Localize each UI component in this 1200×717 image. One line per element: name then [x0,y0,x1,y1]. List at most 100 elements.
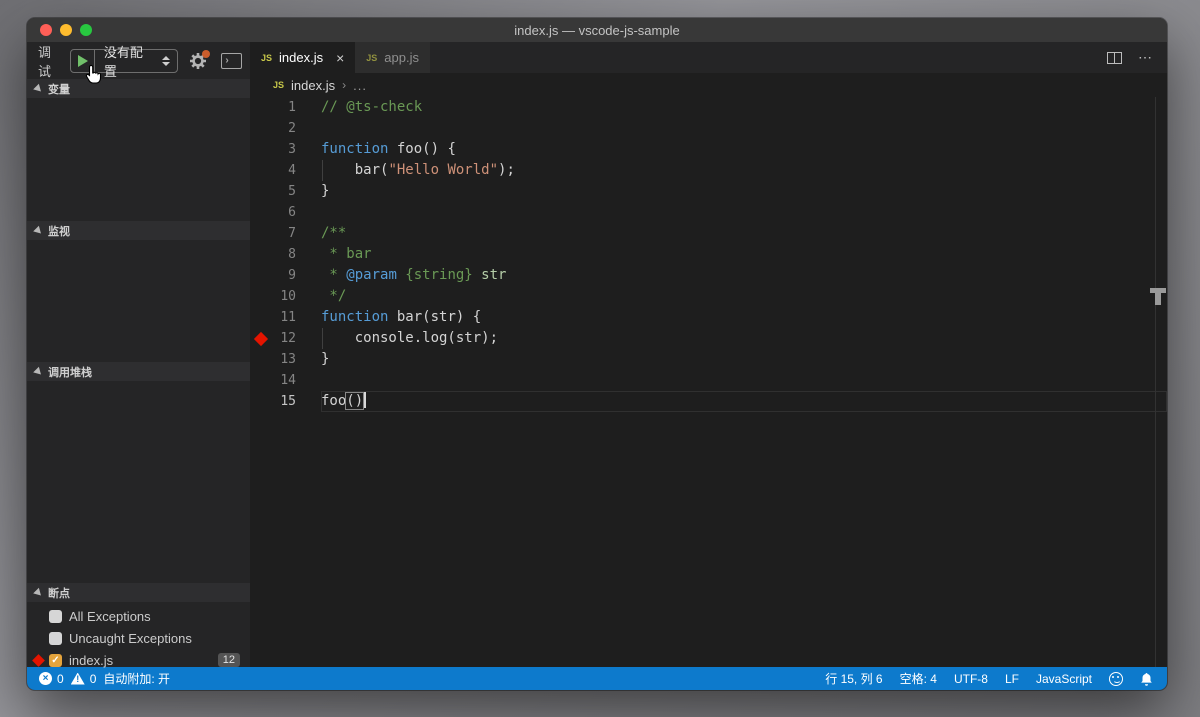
breakpoint-margin[interactable] [250,202,272,223]
code-token: * [321,267,346,283]
status-item[interactable]: 自动附加: 开 [103,670,170,687]
code-line[interactable]: 3function foo() { [250,139,1167,160]
code-line[interactable]: 12 console.log(str); [250,328,1167,349]
more-actions-icon[interactable]: ⋯ [1138,49,1153,66]
breakpoint-margin[interactable] [250,244,272,265]
notifications-bell-icon[interactable] [1140,672,1153,686]
code-line[interactable]: 1 // @ts-check [250,97,1167,118]
debug-toolbar: 调试 没有配置 [27,42,250,79]
section-title: 监视 [48,223,70,239]
code-line[interactable]: 2 [250,118,1167,139]
code-line[interactable]: 10 */ [250,286,1167,307]
start-debug-button[interactable] [71,50,95,72]
breakpoint-margin[interactable] [250,223,272,244]
section-header-breakpoints[interactable]: 断点 [27,583,250,602]
code-token: console.log(str); [321,330,498,346]
traffic-lights [40,24,92,36]
breakpoint-checkbox[interactable]: ✓ [49,654,62,667]
status-item-label: 0 [57,672,64,686]
vscode-window: index.js — vscode-js-sample 调试 没有配置 [27,18,1167,690]
code-token: {string} [397,267,481,283]
code-line[interactable]: 15foo() [250,391,1167,412]
line-content [321,370,1167,391]
breakpoint-margin[interactable] [250,286,272,307]
section-header-callstack[interactable]: 调用堆栈 [27,362,250,381]
feedback-smiley-icon[interactable] [1109,672,1123,686]
breakpoint-margin[interactable] [250,328,272,349]
updown-stepper-icon [162,56,170,66]
status-item[interactable]: ×0 [39,672,64,686]
split-editor-icon[interactable] [1107,52,1122,64]
code-token: ); [498,162,515,178]
code-line[interactable]: 6 [250,202,1167,223]
code-line[interactable]: 4 bar("Hello World"); [250,160,1167,181]
line-content: */ [321,286,1167,307]
zoom-traffic-light[interactable] [80,24,92,36]
code-token: */ [321,288,346,304]
debug-config-dropdown[interactable]: 没有配置 [95,50,177,72]
breakpoint-margin[interactable] [250,307,272,328]
status-item[interactable]: UTF-8 [954,672,988,686]
breakpoint-margin[interactable] [250,349,272,370]
section-header-variables[interactable]: 变量 [27,79,250,98]
breakpoint-margin[interactable] [250,370,272,391]
status-right-items: 行 15, 列 6 空格: 4 UTF-8 LF JavaScript [825,670,1092,687]
status-item-label: 0 [90,672,97,686]
code-token: } [321,183,329,199]
debug-console-button[interactable]: › [221,53,242,69]
breakpoint-margin[interactable] [250,97,272,118]
breakpoint-margin[interactable] [250,181,272,202]
status-left: ×0 !0 自动附加: 开 [39,670,170,687]
section-header-watch[interactable]: 监视 [27,221,250,240]
t-scroll-marker[interactable] [1150,288,1166,305]
code-line[interactable]: 8 * bar [250,244,1167,265]
line-content: // @ts-check [321,97,1167,118]
code-token: "Hello World" [388,162,498,178]
breakpoint-checkbox[interactable] [49,632,62,645]
breakpoint-margin[interactable] [250,139,272,160]
code-line[interactable]: 11function bar(str) { [250,307,1167,328]
section-title: 断点 [48,585,70,601]
breadcrumb-symbol[interactable]: ... [353,78,367,93]
line-number: 2 [272,121,296,136]
status-item[interactable]: 行 15, 列 6 [825,670,882,687]
code-line[interactable]: 7/** [250,223,1167,244]
breakpoint-margin[interactable] [250,391,272,412]
breakpoint-margin[interactable] [250,118,272,139]
status-item[interactable]: LF [1005,672,1019,686]
code-editor[interactable]: 1 // @ts-check 2 3function foo() {4 bar("He… [250,97,1167,667]
breadcrumb: JS index.js › ... [250,73,1167,97]
line-number: 9 [272,268,296,283]
minimize-traffic-light[interactable] [60,24,72,36]
code-line[interactable]: 14 [250,370,1167,391]
twisty-icon [33,587,44,598]
line-number: 1 [272,100,296,115]
line-content: console.log(str); [321,328,1167,349]
overview-ruler-border [1155,97,1156,667]
tab-index.js[interactable]: JSindex.js× [250,42,355,73]
breakpoint-list-item[interactable]: All Exceptions [27,605,250,627]
breakpoint-list-item[interactable]: Uncaught Exceptions [27,627,250,649]
breakpoint-margin[interactable] [250,265,272,286]
status-item[interactable]: JavaScript [1036,672,1092,686]
line-number: 10 [272,289,296,304]
breadcrumb-file[interactable]: index.js [291,78,335,93]
code-line[interactable]: 5} [250,181,1167,202]
code-token: bar( [321,162,388,178]
code-line[interactable]: 13} [250,349,1167,370]
status-item[interactable]: !0 [71,672,97,686]
close-traffic-light[interactable] [40,24,52,36]
tab-close-icon[interactable]: × [336,50,344,66]
line-number: 12 [272,331,296,346]
line-number: 8 [272,247,296,262]
indent-guide [322,328,323,349]
tab-app.js[interactable]: JSapp.js [355,42,431,73]
status-item[interactable]: 空格: 4 [900,670,937,687]
code-token: function [321,141,388,157]
code-line[interactable]: 9 * @param {string} str [250,265,1167,286]
code-token: str [481,267,506,283]
breakpoint-checkbox[interactable] [49,610,62,623]
configure-gear-button[interactable] [188,51,208,71]
breakpoint-list-item[interactable]: ✓index.js12 [27,649,250,671]
breakpoint-margin[interactable] [250,160,272,181]
